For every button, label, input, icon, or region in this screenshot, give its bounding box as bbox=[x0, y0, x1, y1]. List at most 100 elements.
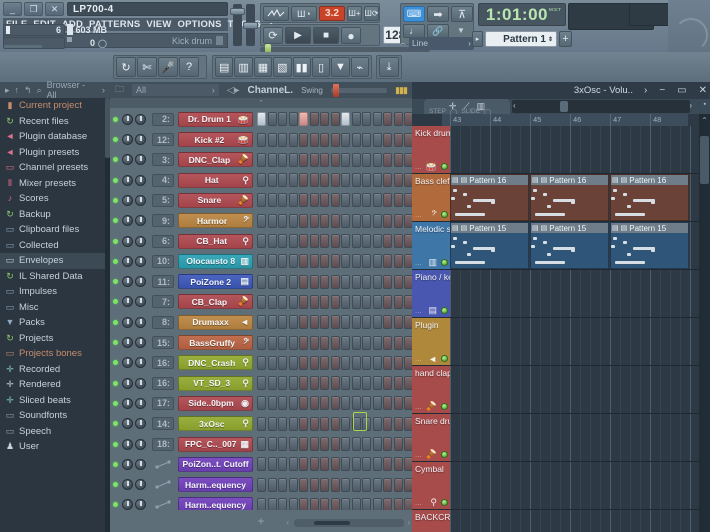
clip-menu-icon[interactable]: ▤ bbox=[612, 224, 619, 232]
plugin-picker-icon[interactable]: ▯ bbox=[311, 57, 331, 77]
step-button[interactable] bbox=[341, 112, 350, 127]
channel-pan-knob[interactable] bbox=[122, 418, 133, 430]
step-button[interactable] bbox=[278, 335, 287, 350]
browser-item-current-project[interactable]: ▮ Current project bbox=[0, 98, 110, 114]
step-button[interactable] bbox=[341, 416, 350, 431]
channel-mute-led[interactable] bbox=[113, 319, 118, 325]
step-button[interactable] bbox=[383, 294, 392, 309]
undo-icon[interactable]: ↻ bbox=[116, 57, 136, 77]
channel-mute-led[interactable] bbox=[113, 238, 118, 244]
playlist-track-lane[interactable] bbox=[450, 462, 699, 510]
browser-item-clipboard-files[interactable]: ▭ Clipboard files bbox=[0, 222, 110, 238]
step-button[interactable] bbox=[288, 234, 298, 249]
pattern-menu-icon[interactable]: ▸ bbox=[472, 31, 483, 47]
step-button[interactable] bbox=[330, 193, 340, 208]
channel-mute-led[interactable] bbox=[113, 461, 118, 467]
playlist-clip[interactable]: ▤ ▤ Pattern 16 bbox=[610, 174, 689, 221]
step-button[interactable] bbox=[288, 152, 298, 167]
browser-item-soundfonts[interactable]: ▭ Soundfonts bbox=[0, 408, 110, 424]
dropdown-arrow-icon[interactable]: ▼ bbox=[457, 26, 465, 35]
step-button[interactable] bbox=[309, 152, 319, 167]
stop-button[interactable]: ■ bbox=[313, 27, 339, 44]
step-button[interactable] bbox=[330, 315, 340, 330]
step-button[interactable] bbox=[288, 416, 298, 431]
browser-item-channel-presets[interactable]: ▭ Channel presets bbox=[0, 160, 110, 176]
channel-volume-knob[interactable] bbox=[135, 357, 146, 369]
step-button[interactable] bbox=[362, 173, 371, 188]
channel-name-button[interactable]: PoiZon..t. Cutoff bbox=[178, 456, 253, 472]
channel-name-button[interactable]: Dr. Drum 1 🥁 bbox=[178, 111, 253, 127]
step-button[interactable] bbox=[393, 396, 403, 411]
scroll-left-icon[interactable]: ‹ bbox=[286, 518, 289, 527]
step-button[interactable] bbox=[299, 234, 308, 249]
step-button[interactable] bbox=[320, 152, 329, 167]
master-pitch-slider[interactable] bbox=[243, 4, 258, 46]
countdown-icon[interactable]: Ш+ bbox=[347, 6, 362, 21]
step-button[interactable] bbox=[278, 294, 287, 309]
step-button[interactable] bbox=[351, 193, 361, 208]
step-button[interactable] bbox=[330, 294, 340, 309]
step-button[interactable] bbox=[288, 396, 298, 411]
step-button[interactable] bbox=[309, 416, 319, 431]
step-button[interactable] bbox=[341, 396, 350, 411]
step-button[interactable] bbox=[278, 193, 287, 208]
channel-name-button[interactable]: CB_Clap 🪘 bbox=[178, 294, 253, 310]
step-button[interactable] bbox=[267, 335, 277, 350]
step-button[interactable] bbox=[362, 112, 371, 127]
step-button[interactable] bbox=[383, 193, 392, 208]
step-button[interactable] bbox=[320, 355, 329, 370]
step-button[interactable] bbox=[372, 112, 382, 127]
step-button[interactable] bbox=[362, 315, 371, 330]
step-button[interactable] bbox=[362, 193, 371, 208]
step-button[interactable] bbox=[393, 315, 403, 330]
step-button[interactable] bbox=[383, 457, 392, 472]
channel-name-button[interactable]: DNC_Crash ⚲ bbox=[178, 355, 253, 371]
step-button[interactable] bbox=[362, 457, 371, 472]
browser-arrow-icon[interactable]: › bbox=[102, 85, 105, 95]
step-button[interactable] bbox=[330, 335, 340, 350]
step-button[interactable] bbox=[341, 294, 350, 309]
playlist-track-header[interactable]: Piano / keyboard... ▤ bbox=[412, 270, 450, 318]
trash-icon[interactable] bbox=[216, 36, 223, 45]
step-button[interactable] bbox=[309, 355, 319, 370]
playlist-vscrollbar[interactable]: ⌃ bbox=[699, 114, 710, 532]
channel-rack-hscroll[interactable] bbox=[294, 519, 404, 527]
step-button[interactable] bbox=[372, 437, 382, 452]
step-button[interactable] bbox=[267, 132, 277, 147]
step-button[interactable] bbox=[299, 355, 308, 370]
channel-name-button[interactable]: Harm..equency bbox=[178, 477, 253, 493]
step-button[interactable] bbox=[393, 335, 403, 350]
step-button[interactable] bbox=[362, 396, 371, 411]
step-button[interactable] bbox=[330, 416, 340, 431]
step-button[interactable] bbox=[330, 274, 340, 289]
playlist-scroll-left-icon[interactable]: ‹ bbox=[513, 101, 516, 110]
channel-volume-knob[interactable] bbox=[135, 235, 146, 247]
step-button[interactable] bbox=[330, 234, 340, 249]
step-button[interactable] bbox=[288, 437, 298, 452]
step-button[interactable] bbox=[299, 213, 308, 228]
step-button[interactable] bbox=[393, 294, 403, 309]
minimize-icon[interactable]: _ bbox=[3, 2, 22, 16]
step-button[interactable] bbox=[278, 376, 287, 391]
step-button[interactable] bbox=[257, 457, 266, 472]
step-button[interactable] bbox=[362, 254, 371, 269]
step-button[interactable] bbox=[267, 294, 277, 309]
step-button[interactable] bbox=[267, 396, 277, 411]
step-button[interactable] bbox=[341, 477, 350, 492]
step-button[interactable] bbox=[372, 315, 382, 330]
typing-keyboard-icon[interactable]: ⌨ bbox=[403, 6, 425, 22]
channel-volume-knob[interactable] bbox=[135, 154, 146, 166]
step-button[interactable] bbox=[288, 213, 298, 228]
step-button[interactable] bbox=[372, 152, 382, 167]
channel-mute-led[interactable] bbox=[113, 258, 118, 264]
step-count-icon[interactable]: ▮▮▮ bbox=[395, 85, 408, 96]
add-channel-button[interactable]: + bbox=[257, 514, 264, 528]
playlist-track-header[interactable]: Bass clef... 𝄢 bbox=[412, 174, 450, 222]
step-button[interactable] bbox=[267, 477, 277, 492]
browser-item-misc[interactable]: ▭ Misc bbox=[0, 300, 110, 316]
step-button[interactable] bbox=[351, 112, 361, 127]
scroll-up-icon[interactable]: ⌃ bbox=[699, 114, 710, 126]
step-button[interactable] bbox=[267, 315, 277, 330]
step-button[interactable] bbox=[309, 477, 319, 492]
step-button[interactable] bbox=[393, 132, 403, 147]
